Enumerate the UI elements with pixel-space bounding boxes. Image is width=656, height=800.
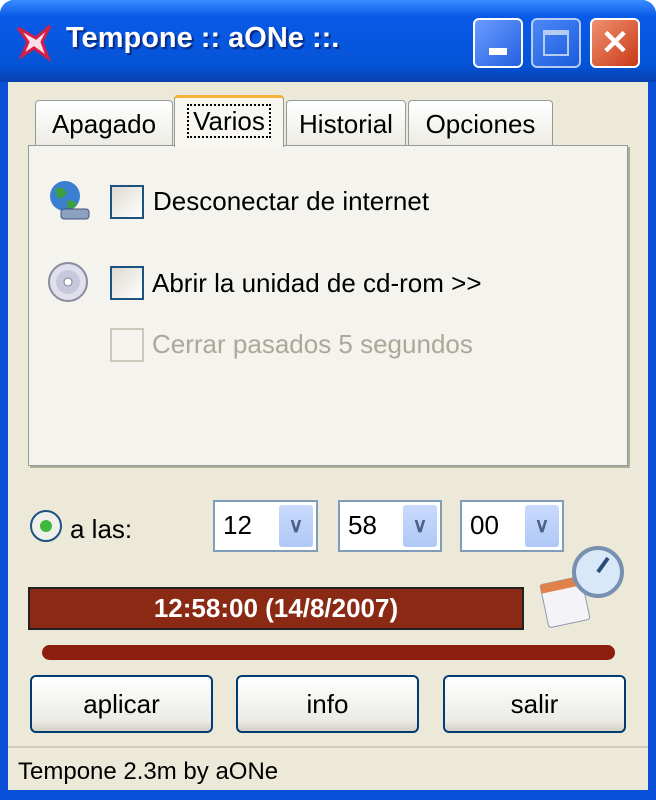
- close-button[interactable]: ✕: [590, 18, 640, 68]
- hour-select[interactable]: 12 ∨: [213, 500, 318, 552]
- tab-historial[interactable]: Historial: [286, 100, 406, 146]
- maximize-button[interactable]: [531, 18, 581, 68]
- chevron-down-icon[interactable]: ∨: [403, 505, 437, 547]
- second-value: 00: [470, 510, 499, 540]
- title-bar[interactable]: Tempone :: aONe ::. ✕: [0, 0, 656, 82]
- close-after-checkbox: [110, 328, 144, 362]
- tab-panel-varios: Desconectar de internet Abrir la unidad …: [28, 145, 628, 466]
- client-area: Apagado Varios Historial Opciones Descon…: [8, 82, 648, 790]
- app-window: Tempone :: aONe ::. ✕ Apagado Varios His…: [0, 0, 656, 800]
- exit-button[interactable]: salir: [443, 675, 626, 733]
- status-bar: Tempone 2.3m by aONe: [8, 746, 648, 790]
- clock-calendar-icon: [540, 546, 624, 628]
- schedule-label[interactable]: a las:: [70, 514, 132, 545]
- chevron-down-icon[interactable]: ∨: [279, 505, 313, 547]
- tab-opciones[interactable]: Opciones: [408, 100, 553, 146]
- star-app-icon: [16, 24, 52, 62]
- hour-value: 12: [223, 510, 252, 540]
- open-cdrom-checkbox[interactable]: [110, 266, 144, 300]
- chevron-down-icon[interactable]: ∨: [525, 505, 559, 547]
- apply-button[interactable]: aplicar: [30, 675, 213, 733]
- minimize-icon: [489, 48, 507, 55]
- scheduled-time-display: 12:58:00 (14/8/2007): [28, 587, 524, 630]
- disconnect-internet-checkbox[interactable]: [110, 185, 144, 219]
- minimize-button[interactable]: [473, 18, 523, 68]
- window-title: Tempone :: aONe ::.: [66, 22, 340, 54]
- maximize-icon: [543, 30, 569, 56]
- cd-icon: [48, 262, 88, 302]
- progress-bar: [42, 645, 615, 660]
- info-button[interactable]: info: [236, 675, 419, 733]
- tab-label: Varios: [187, 104, 271, 138]
- close-icon: ✕: [600, 24, 630, 62]
- close-after-label: Cerrar pasados 5 segundos: [152, 329, 473, 359]
- minute-value: 58: [348, 510, 377, 540]
- disconnect-internet-label[interactable]: Desconectar de internet: [153, 186, 429, 217]
- radio-dot: [40, 520, 52, 532]
- tab-varios[interactable]: Varios: [174, 95, 284, 147]
- schedule-radio[interactable]: [30, 510, 62, 542]
- open-cdrom-label[interactable]: Abrir la unidad de cd-rom >>: [152, 268, 482, 299]
- minute-select[interactable]: 58 ∨: [338, 500, 442, 552]
- tab-apagado[interactable]: Apagado: [35, 100, 173, 146]
- globe-network-icon: [50, 181, 90, 220]
